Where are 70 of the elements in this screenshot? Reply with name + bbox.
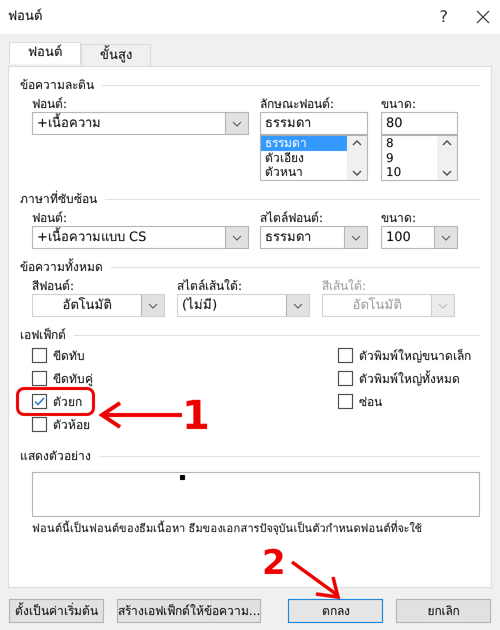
option-list[interactable]: ธรรมดา ตัวเอียง ตัวหนา bbox=[260, 135, 368, 181]
field-label: ขนาด: bbox=[381, 97, 416, 112]
checkbox-label: ขีดทับ bbox=[53, 348, 85, 362]
combo-value: 100 bbox=[385, 229, 412, 247]
combo-value: อัตโนมัติ bbox=[62, 296, 112, 315]
combo-value: +เนื้อความแบบ CS bbox=[33, 227, 225, 248]
combo-value: ธรรมดา bbox=[264, 229, 312, 247]
pointer-arrow bbox=[290, 560, 342, 600]
section-heading: ข้อความทั้งหมด bbox=[20, 259, 103, 275]
checkbox[interactable] bbox=[338, 348, 353, 363]
field-label: ลักษณะฟอนต์: bbox=[260, 97, 334, 112]
field-label: ฟอนต์: bbox=[32, 97, 68, 112]
text-field[interactable]: 80 bbox=[381, 112, 458, 135]
field-label: สไตล์เส้นใต้: bbox=[177, 279, 242, 294]
checkbox[interactable] bbox=[338, 371, 353, 386]
dropdown[interactable]: อัตโนมัติ bbox=[32, 294, 165, 317]
section-heading: แสดงตัวอย่าง bbox=[20, 448, 91, 464]
dialog-button[interactable]: สร้างเอฟเฟ็กต์ให้ข้อความ... bbox=[116, 599, 262, 623]
scroll-down-icon[interactable] bbox=[352, 170, 362, 176]
dialog-button[interactable]: ยกเลิก bbox=[396, 599, 491, 623]
checkbox-label: ตัวพิมพ์ใหญ่ทั้งหมด bbox=[359, 372, 460, 386]
combo-value: อัตโนมัติ bbox=[352, 296, 402, 315]
checkbox[interactable] bbox=[32, 371, 47, 386]
field-label: สีฟอนต์: bbox=[32, 279, 74, 294]
checkbox[interactable] bbox=[32, 348, 47, 363]
step-number: 1 bbox=[182, 396, 210, 436]
combo-value: +เนื้อความ bbox=[33, 113, 225, 134]
font-combo[interactable]: +เนื้อความแบบ CS bbox=[32, 226, 249, 249]
close-icon[interactable] bbox=[476, 10, 490, 24]
list-option[interactable]: ตัวเอียง bbox=[261, 150, 347, 166]
list-option[interactable]: 10 bbox=[382, 165, 437, 180]
dialog-button[interactable]: ตั้งเป็นค่าเริ่มต้น bbox=[9, 599, 104, 623]
checkbox-label: ขีดทับคู่ bbox=[53, 372, 93, 386]
list-option[interactable]: ตัวหนา bbox=[261, 165, 347, 180]
checkbox-label: ตัวห้อย bbox=[53, 418, 90, 432]
step-number: 2 bbox=[262, 546, 286, 580]
help-button[interactable]: ? bbox=[440, 5, 448, 29]
window-title: ฟอนต์ bbox=[8, 8, 43, 26]
checkbox[interactable] bbox=[338, 394, 353, 409]
field-label: ฟอนต์: bbox=[32, 211, 68, 226]
scroll-up-icon[interactable] bbox=[352, 140, 362, 146]
scrollbar[interactable] bbox=[437, 136, 457, 180]
scroll-up-icon[interactable] bbox=[442, 140, 452, 146]
field-label: ขนาด: bbox=[381, 211, 416, 226]
tab[interactable]: ฟอนต์ bbox=[9, 42, 81, 64]
size-combo[interactable]: 100 bbox=[381, 226, 458, 249]
checkbox[interactable] bbox=[32, 417, 47, 432]
font-combo[interactable]: +เนื้อความ bbox=[32, 112, 249, 135]
scrollbar[interactable] bbox=[347, 136, 367, 180]
style-combo[interactable]: ธรรมดา bbox=[260, 226, 368, 249]
dialog-button[interactable]: ตกลง bbox=[288, 599, 384, 623]
combo-value: (ไม่มี) bbox=[181, 296, 218, 315]
check-icon bbox=[34, 397, 45, 406]
checkbox-label: ซ่อน bbox=[359, 394, 382, 408]
tab[interactable]: ขั้นสูง bbox=[81, 44, 151, 66]
field-label: สีเส้นใต้: bbox=[322, 279, 366, 294]
list-option[interactable]: 8 bbox=[382, 136, 437, 151]
checkbox-label: ตัวพิมพ์ใหญ่ขนาดเล็ก bbox=[359, 348, 471, 362]
section-heading: ข้อความละติน bbox=[20, 77, 94, 93]
field-label: สไตล์ฟอนต์: bbox=[260, 211, 324, 226]
section-heading: เอฟเฟ็กต์ bbox=[20, 327, 66, 343]
scroll-down-icon[interactable] bbox=[442, 170, 452, 176]
checkbox-label: ตัวยก bbox=[53, 394, 82, 408]
list-option[interactable]: 9 bbox=[382, 150, 437, 166]
section-heading: ภาษาที่ซับซ้อน bbox=[20, 191, 97, 207]
text-field[interactable]: ธรรมดา bbox=[260, 112, 368, 135]
dropdown[interactable]: (ไม่มี) bbox=[177, 294, 310, 317]
option-list[interactable]: 8 9 10 bbox=[381, 135, 458, 181]
preview-note: ฟอนต์นี้เป็นฟอนต์ของธีมเนื้อหา ธีมของเอกสารปัจจุบันเป็นตัวกำหนดฟอนต์ที่จะใช้ bbox=[32, 522, 422, 536]
checkbox[interactable] bbox=[32, 394, 47, 409]
